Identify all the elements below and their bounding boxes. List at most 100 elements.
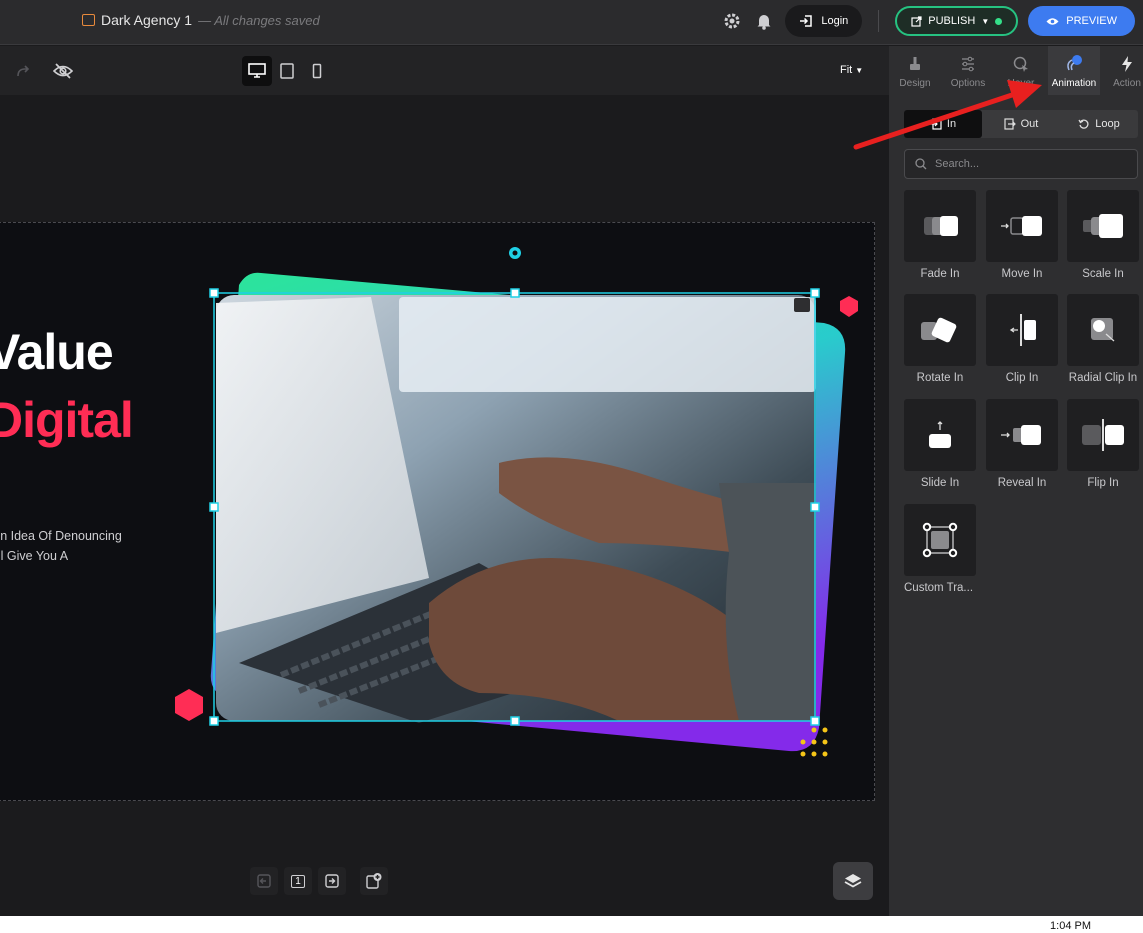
login-label: Login — [821, 15, 849, 27]
divider — [878, 10, 880, 32]
document-title[interactable]: Dark Agency 1 — All changes saved — [82, 12, 320, 28]
login-icon — [800, 15, 813, 27]
preview-button[interactable]: PREVIEW — [1028, 6, 1135, 36]
page-controls: 1 — [250, 863, 388, 899]
preset-label: Custom Tra... — [904, 582, 974, 594]
publish-button[interactable]: PUBLISH ▼ — [895, 6, 1019, 36]
reveal-in-icon — [1001, 425, 1041, 445]
segment-label: Loop — [1095, 118, 1120, 130]
panel-tabs: Design Options Hover Animation Action — [889, 46, 1143, 95]
tablet-view-icon[interactable] — [274, 58, 300, 84]
preset-label: Clip In — [1005, 372, 1039, 384]
tab-label: Animation — [1051, 78, 1097, 89]
segment-loop[interactable]: Loop — [1060, 110, 1138, 138]
loop-icon — [1078, 119, 1089, 129]
tab-label: Design — [899, 78, 931, 89]
layers-button[interactable] — [833, 862, 873, 900]
rotate-in-icon — [921, 317, 957, 343]
animation-icon — [1067, 55, 1082, 71]
segment-label: In — [946, 118, 957, 130]
preset-label: Flip In — [1087, 477, 1119, 489]
external-link-icon — [911, 15, 922, 27]
bell-icon[interactable] — [753, 10, 775, 32]
preset-reveal-in[interactable]: Reveal In — [986, 399, 1058, 489]
next-page-icon[interactable] — [318, 867, 346, 895]
preset-radial-clip-in[interactable]: Radial Clip In — [1067, 294, 1139, 384]
search-icon — [915, 158, 927, 170]
chevron-down-icon: ▼ — [855, 66, 864, 75]
sliders-icon — [962, 56, 974, 72]
tab-hover[interactable]: Hover — [995, 46, 1047, 95]
page-number[interactable]: 1 — [284, 867, 312, 895]
enter-icon — [929, 118, 942, 130]
preset-label: Slide In — [920, 477, 960, 489]
os-taskbar: 1:04 PM — [0, 916, 1143, 933]
fade-in-icon — [924, 216, 958, 236]
document-title-text: Dark Agency 1 — [101, 12, 193, 28]
layers-icon — [844, 874, 862, 888]
preset-move-in[interactable]: Move In — [986, 190, 1058, 280]
eye-off-icon[interactable] — [50, 58, 76, 84]
hero-image-composition[interactable] — [0, 223, 875, 801]
preset-flip-in[interactable]: Flip In — [1067, 399, 1139, 489]
red-hexagon-shape — [175, 689, 203, 721]
segment-out[interactable]: Out — [982, 110, 1060, 138]
custom-transition-icon — [922, 522, 958, 558]
tab-action[interactable]: Action — [1101, 46, 1143, 95]
desktop-view-icon[interactable] — [242, 56, 272, 86]
chevron-down-icon: ▼ — [981, 16, 990, 26]
preset-clip-in[interactable]: Clip In — [986, 294, 1058, 384]
preset-label: Move In — [1001, 268, 1043, 280]
preset-label: Rotate In — [916, 372, 964, 384]
hero-section[interactable]: Value Digital ken Idea Of Denouncing Vil… — [0, 222, 875, 801]
tab-design[interactable]: Design — [889, 46, 941, 95]
preset-rotate-in[interactable]: Rotate In — [904, 294, 976, 384]
publish-label: PUBLISH — [928, 15, 976, 27]
preview-label: PREVIEW — [1066, 15, 1117, 27]
tab-options[interactable]: Options — [942, 46, 994, 95]
animation-search[interactable] — [904, 149, 1138, 179]
preset-slide-in[interactable]: Slide In — [904, 399, 976, 489]
monitor-icon — [82, 14, 95, 26]
previous-page-icon[interactable] — [250, 867, 278, 895]
save-status: — All changes saved — [198, 12, 320, 28]
tab-animation[interactable]: Animation — [1048, 46, 1100, 95]
tab-label: Action — [1113, 78, 1141, 89]
preset-label: Scale In — [1082, 268, 1124, 280]
scale-in-icon — [1083, 214, 1123, 238]
add-page-icon[interactable] — [360, 867, 388, 895]
ai-edit-icon — [794, 298, 810, 312]
preset-label: Reveal In — [997, 477, 1047, 489]
clock: 1:04 PM — [1050, 920, 1091, 932]
top-bar: Dark Agency 1 — All changes saved Login … — [0, 0, 1143, 45]
preset-label: Fade In — [920, 268, 960, 280]
editor-canvas[interactable]: Value Digital ken Idea Of Denouncing Vil… — [0, 95, 889, 916]
status-dot — [995, 17, 1003, 25]
login-button[interactable]: Login — [785, 5, 863, 37]
flip-in-icon — [1082, 419, 1124, 451]
preset-scale-in[interactable]: Scale In — [1067, 190, 1139, 280]
editor-toolbar: Fit ▼ — [0, 46, 889, 95]
eye-icon — [1046, 17, 1059, 25]
move-in-icon — [1001, 216, 1042, 236]
bolt-icon — [1122, 56, 1132, 72]
red-hexagon-shape — [840, 296, 858, 317]
segment-in[interactable]: In — [904, 110, 982, 138]
clip-in-icon — [1009, 314, 1036, 346]
redo-icon[interactable] — [10, 58, 36, 84]
preset-fade-in[interactable]: Fade In — [904, 190, 976, 280]
preset-label: Radial Clip In — [1068, 372, 1138, 384]
gear-icon[interactable] — [721, 10, 743, 32]
search-input[interactable] — [935, 158, 1125, 170]
page-number-label: 1 — [291, 874, 305, 888]
tab-label: Hover — [1007, 78, 1035, 89]
preset-custom-transition[interactable]: Custom Tra... — [904, 504, 976, 594]
zoom-label: Fit — [840, 64, 853, 76]
exit-icon — [1004, 118, 1016, 130]
zoom-select[interactable]: Fit ▼ — [840, 64, 863, 76]
segment-label: Out — [1020, 118, 1039, 130]
brush-icon — [910, 57, 920, 70]
mobile-view-icon[interactable] — [304, 58, 330, 84]
animation-type-toggle: In Out Loop — [904, 110, 1138, 138]
properties-panel: Design Options Hover Animation Action In… — [889, 46, 1143, 916]
